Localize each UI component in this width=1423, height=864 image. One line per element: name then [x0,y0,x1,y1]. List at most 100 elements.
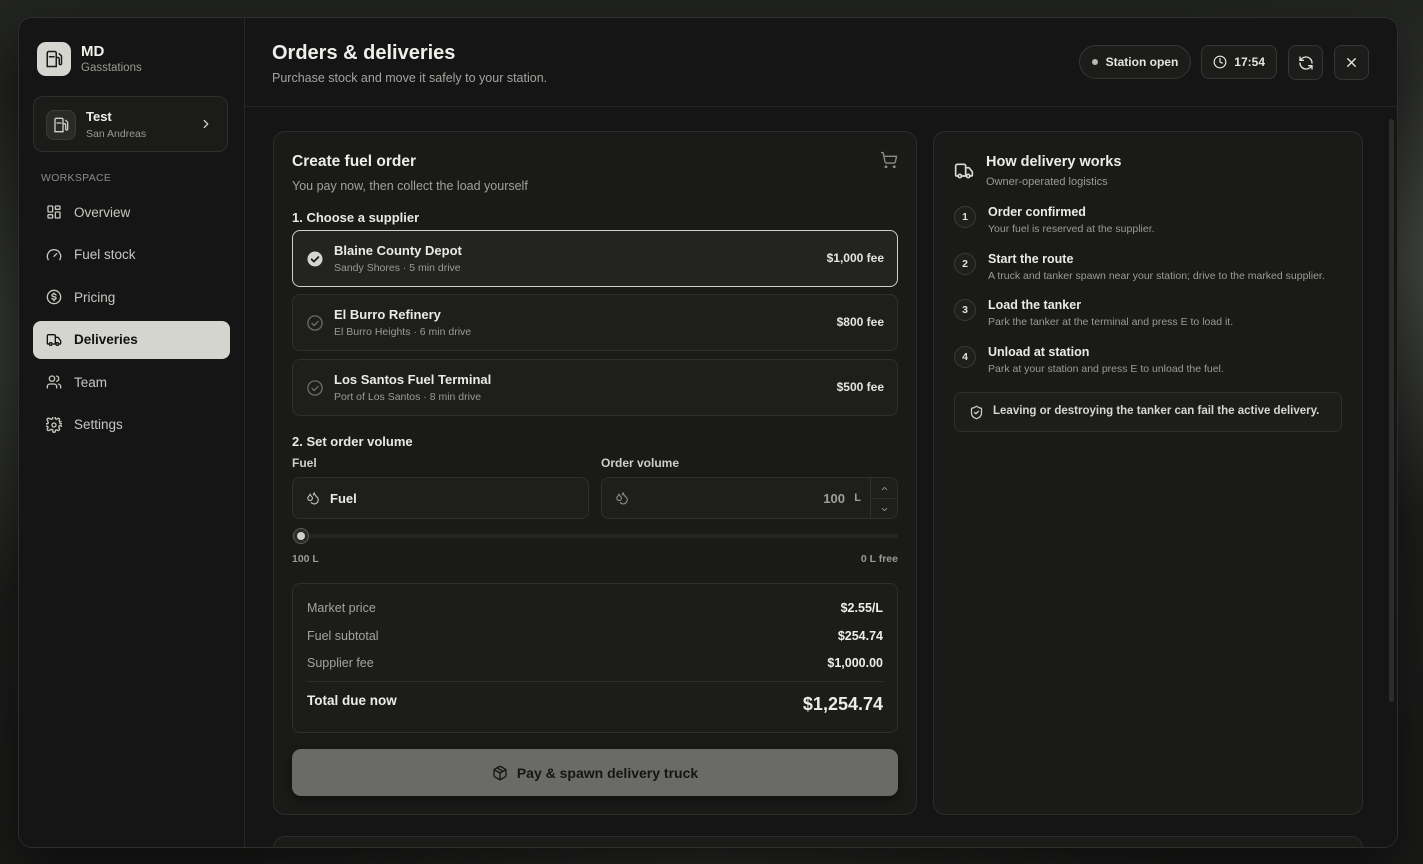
supplier-fee: $800 fee [836,315,884,329]
pay-button-label: Pay & spawn delivery truck [516,764,699,781]
supplier-detail: Sandy Shores · 5 min drive [334,262,461,274]
fee-row: Supplier fee $1,000.00 [307,656,883,670]
users-icon [46,374,62,390]
status-dot-icon [1091,59,1098,65]
slider-min-label: 100 L [292,553,319,565]
fee-value: $1,000.00 [827,656,883,670]
gauge-icon [46,247,62,263]
step-number: 4 [954,346,976,368]
sidebar-item-deliveries[interactable]: Deliveries [33,320,230,359]
order-subtitle: You pay now, then collect the load yours… [292,179,528,193]
fuel-type-value: Fuel [330,491,357,506]
scrollbar[interactable] [1389,119,1394,702]
supplier-fee: $500 fee [836,380,884,394]
increment-button[interactable] [871,478,897,499]
sidebar-item-label: Fuel stock [74,247,136,262]
decrement-button[interactable] [871,499,897,519]
station-selector[interactable]: Test San Andreas [33,96,228,152]
delivery-title: How delivery works [986,154,1122,170]
app-window: MD Gasstations Test San Andreas WORKSPAC… [18,17,1398,848]
volume-stepper [870,478,897,518]
market-price-label: Market price [307,601,376,615]
fee-label: Supplier fee [307,656,374,670]
clock-icon [1213,55,1227,69]
step-title: Start the route [988,252,1074,266]
sidebar-item-label: Overview [74,204,131,220]
supplier-option[interactable]: Blaine County Depot Sandy Shores · 5 min… [292,230,898,287]
page-title: Orders & deliveries [272,42,456,64]
sidebar-item-team[interactable]: Team [33,363,230,401]
subtotal-label: Fuel subtotal [307,629,379,643]
cart-icon [880,151,898,169]
fuel-label: Fuel [292,456,317,470]
page-subtitle: Purchase stock and move it safely to you… [272,71,548,85]
station-status-badge: Station open [1078,45,1192,79]
brand: MD Gasstations [37,42,142,76]
supplier-name: El Burro Refinery [334,307,441,322]
supplier-option[interactable]: Los Santos Fuel Terminal Port of Los San… [292,359,898,416]
droplet-icon [306,491,320,505]
order-summary: Market price $2.55/L Fuel subtotal $254.… [292,583,898,733]
status-label: Station open [1105,55,1179,69]
clock-display: 17:54 [1201,45,1277,79]
fuel-order-card: Create fuel order You pay now, then coll… [273,131,917,815]
workspace-label: WORKSPACE [41,172,112,184]
supplier-option[interactable]: El Burro Refinery El Burro Heights · 6 m… [292,294,898,351]
delivery-info-card: How delivery works Owner-operated logist… [933,131,1363,815]
sidebar-item-settings[interactable]: Settings [33,406,230,444]
subtotal-value: $254.74 [837,629,883,643]
sidebar-item-fuel-stock[interactable]: Fuel stock [33,236,230,274]
truck-icon [954,161,974,181]
pay-spawn-button[interactable]: Pay & spawn delivery truck [292,749,898,796]
sidebar-item-label: Team [74,374,108,390]
step-title: Order confirmed [988,205,1086,219]
refresh-icon [1298,55,1314,71]
volume-slider-handle[interactable] [293,528,309,544]
close-icon [1344,55,1359,70]
step-number: 3 [954,299,976,321]
close-button[interactable] [1334,45,1369,80]
market-price-row: Market price $2.55/L [307,601,883,615]
package-icon [492,765,508,781]
fuel-pump-icon [46,110,76,140]
clock-time: 17:54 [1234,55,1265,69]
volume-label: Order volume [601,456,680,470]
next-section-card [273,836,1363,847]
step-description: A truck and tanker spawn near your stati… [988,270,1325,282]
step-number: 2 [954,253,976,275]
step-title: Load the tanker [988,298,1082,312]
slider-max-label: 0 L free [860,553,898,565]
check-circle-icon [306,314,324,332]
supplier-fee: $1,000 fee [826,251,884,265]
refresh-button[interactable] [1288,45,1323,80]
chevron-right-icon [199,117,213,131]
step2-title: 2. Set order volume [292,434,413,449]
check-circle-icon [306,250,324,268]
order-title: Create fuel order [292,153,417,170]
volume-value: 100 [823,491,845,506]
sidebar-item-overview[interactable]: Overview [33,193,230,231]
warning-text: Leaving or destroying the tanker can fai… [993,405,1320,417]
sidebar-item-label: Pricing [74,289,116,305]
delivery-warning: Leaving or destroying the tanker can fai… [954,392,1342,432]
dollar-icon [46,289,62,305]
station-name: Test [86,109,112,124]
volume-slider-track[interactable] [292,534,898,538]
grid-icon [46,204,62,220]
total-label: Total due now [307,693,397,708]
step-description: Park the tanker at the terminal and pres… [988,316,1234,328]
sidebar: MD Gasstations Test San Andreas WORKSPAC… [19,18,245,847]
step-number: 1 [954,206,976,228]
content-area: Create fuel order You pay now, then coll… [245,107,1397,847]
gear-icon [46,416,62,433]
header: Orders & deliveries Purchase stock and m… [245,18,1397,107]
sidebar-item-pricing[interactable]: Pricing [33,278,230,316]
fuel-pump-icon [37,42,71,76]
fuel-type-select[interactable]: Fuel [292,477,589,519]
delivery-subtitle: Owner-operated logistics [986,176,1108,188]
droplet-icon [615,491,629,505]
divider [307,681,883,682]
volume-input[interactable]: 100 L [601,477,898,519]
station-location: San Andreas [86,128,147,140]
supplier-name: Los Santos Fuel Terminal [334,372,492,387]
